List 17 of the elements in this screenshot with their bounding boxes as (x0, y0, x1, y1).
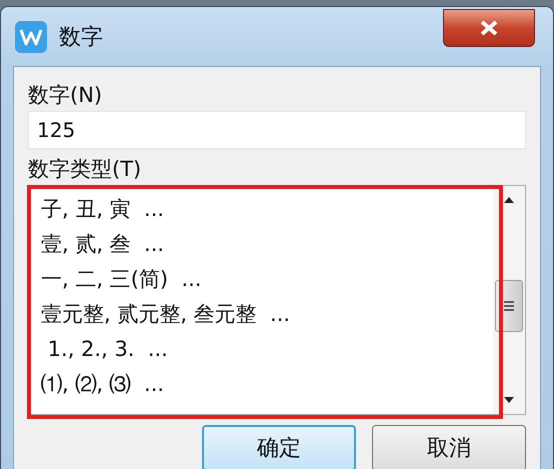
close-icon[interactable] (478, 20, 500, 36)
list-item[interactable]: 壹元整, 贰元整, 叁元整 ... (41, 297, 493, 332)
scroll-up-icon[interactable] (503, 196, 515, 204)
list-item[interactable]: 子, 丑, 寅 ... (41, 192, 493, 227)
dialog-button[interactable]: 确定 (202, 425, 356, 469)
list-item[interactable]: 壹, 贰, 叁 ... (41, 227, 493, 262)
window-title: 数字 (59, 24, 103, 52)
scroll-down-icon[interactable] (503, 396, 515, 404)
list-item[interactable]: ⑴, ⑵, ⑶ ... (41, 367, 493, 402)
dialog-button[interactable]: 取消 (372, 425, 526, 469)
app-logo-icon (15, 20, 47, 52)
list-item[interactable]: 1., 2., 3. ... (41, 332, 493, 367)
close-button[interactable] (443, 9, 535, 47)
list-item[interactable]: 一, 二, 三(简) ... (41, 262, 493, 297)
list-label: 数字类型(T) (28, 156, 142, 183)
number-input[interactable]: 125 (28, 111, 526, 149)
field-label: 数字(N) (28, 82, 104, 109)
